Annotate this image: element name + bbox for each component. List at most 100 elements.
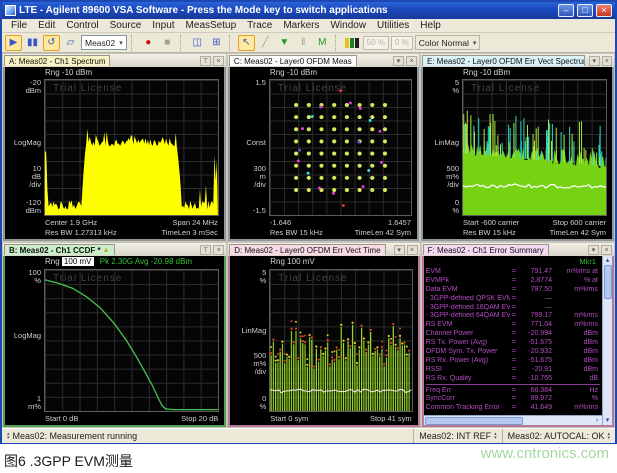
zoom-0-button[interactable]: 0 %: [391, 36, 413, 50]
menu-item[interactable]: Markers: [278, 20, 324, 31]
restore-button[interactable]: □: [577, 4, 593, 17]
scroll-up-icon[interactable]: ▴: [606, 256, 610, 265]
panel-a-tab[interactable]: A: Meas02 - Ch1 Spectrum: [4, 55, 110, 66]
chevron-down-icon[interactable]: ▾: [394, 245, 405, 255]
summary-equals: =: [510, 387, 518, 394]
close-icon[interactable]: ×: [213, 56, 224, 66]
y-axis-format: LogMag: [7, 332, 41, 340]
menu-item[interactable]: Source: [105, 20, 147, 31]
constellation-dots: [270, 80, 411, 215]
menu-item[interactable]: Input: [147, 20, 179, 31]
menu-item[interactable]: Control: [61, 20, 103, 31]
summary-label: RS Tx. Power (Avg): [426, 339, 510, 346]
x-axis-right1: 1.6457: [388, 218, 411, 227]
panel-area: A: Meas02 - Ch1 Spectrum ⊤ × Rng -10 dBm…: [2, 53, 615, 428]
panel-d-body: Rng 100 mV Trial License 5 % LinMag 500 …: [228, 256, 419, 427]
band-markers-icon[interactable]: ‖: [295, 35, 312, 51]
chevron-down-icon[interactable]: ▾: [589, 56, 599, 66]
summary-unit: dBm: [552, 330, 600, 337]
close-icon[interactable]: ×: [407, 245, 418, 255]
close-icon[interactable]: ×: [213, 245, 224, 255]
plot-area[interactable]: Trial License: [44, 79, 219, 216]
record-icon[interactable]: ●: [140, 35, 157, 51]
title-bar[interactable]: LTE - Agilent 89600 VSA Software - Press…: [2, 2, 615, 19]
play-icon[interactable]: ▶: [5, 35, 22, 51]
marker-m-icon[interactable]: M: [314, 35, 331, 51]
y-axis-bottom: 1 m%: [7, 395, 41, 411]
toolbar-separator: [180, 35, 185, 51]
plot-area[interactable]: Trial License: [44, 269, 219, 412]
x-axis-left1: Start -600 carrier: [463, 218, 519, 227]
minimize-button[interactable]: –: [558, 4, 574, 17]
spectrum-trace: [45, 80, 218, 215]
panel-c-tab[interactable]: C: Meas02 - Layer0 OFDM Meas: [229, 55, 357, 66]
pin-icon[interactable]: ⊤: [200, 245, 211, 255]
restart-icon[interactable]: ↺: [43, 35, 60, 51]
plot-area[interactable]: Trial License: [462, 79, 607, 216]
meas-select[interactable]: Meas02 ▾: [81, 35, 127, 50]
summary-unit: dBm: [552, 366, 600, 373]
panel-b-tab[interactable]: B: Meas02 - Ch1 CCDF *▲: [4, 244, 115, 255]
y-axis-format: LinMag: [232, 327, 266, 335]
marker-icon[interactable]: ▼: [276, 35, 293, 51]
menu-item[interactable]: Help: [415, 20, 446, 31]
stop-icon[interactable]: ■: [159, 35, 176, 51]
split-window-icon[interactable]: ◫: [189, 35, 206, 51]
summary-unit: %: [552, 395, 600, 402]
spinner-icon[interactable]: ▴▾: [607, 432, 610, 440]
spinner-icon[interactable]: ▴▾: [7, 432, 10, 440]
close-icon[interactable]: ×: [602, 56, 612, 66]
summary-value: —: [518, 295, 552, 302]
plot-area[interactable]: Trial License: [269, 79, 412, 216]
scroll-right-icon[interactable]: ›: [592, 417, 602, 424]
panel-b-ccdf: B: Meas02 - Ch1 CCDF *▲ ⊤ × Rng 100 mV P…: [3, 243, 226, 427]
horizontal-scrollbar[interactable]: ›: [424, 415, 602, 425]
y-axis-scale: 10 dB /div: [7, 165, 41, 189]
summary-label: Data EVM: [426, 286, 510, 293]
menu-item[interactable]: Edit: [33, 20, 60, 31]
range-value[interactable]: 100 mV: [62, 257, 94, 266]
menu-item[interactable]: MeasSetup: [181, 20, 242, 31]
panel-d-tab[interactable]: D: Meas02 - Layer0 OFDM Err Vect Time: [229, 244, 385, 255]
x-axis-left1: Center 1.9 GHz: [45, 218, 97, 227]
plot-area[interactable]: Trial License: [269, 269, 412, 412]
y-axis-format: Const: [232, 139, 266, 147]
trigger-icon[interactable]: ▱: [62, 35, 79, 51]
summary-label: OFDM Sym. Tx. Power: [426, 348, 510, 355]
close-icon[interactable]: ×: [601, 245, 612, 255]
color-scheme-select[interactable]: Color Normal ▾: [415, 35, 481, 50]
summary-value: -20.91: [518, 366, 552, 373]
layout-grid-icon[interactable]: ⊞: [208, 35, 225, 51]
panel-d-err-vect-time: D: Meas02 - Layer0 OFDM Err Vect Time ▾ …: [228, 243, 419, 427]
peak-avg-readout: Pk 2.30G Avg -20.98 dBm: [100, 257, 192, 266]
summary-separator: [426, 384, 600, 385]
spinner-icon[interactable]: ▴▾: [494, 432, 497, 440]
panel-e-tab[interactable]: E: Meas02 - Layer0 OFDM Err Vect Spectru…: [422, 55, 585, 66]
cursor-icon[interactable]: ↖: [238, 35, 255, 51]
summary-unit: dBm: [552, 357, 600, 364]
chevron-down-icon: ▾: [473, 39, 477, 47]
panel-f-tab[interactable]: F: Meas02 - Ch1 Error Summary: [423, 244, 549, 255]
scrollbar-thumb[interactable]: [425, 417, 523, 425]
scrollbar-thumb[interactable]: [604, 265, 612, 299]
zoom-50-button[interactable]: 50 %: [363, 36, 389, 50]
scroll-down-icon[interactable]: ▾: [606, 416, 610, 425]
close-icon[interactable]: ×: [406, 56, 417, 66]
pause-icon[interactable]: ▮▮: [24, 35, 41, 51]
site-watermark: www.cntronics.com: [481, 445, 609, 462]
trace-colors-icon[interactable]: [344, 35, 361, 51]
marker-link[interactable]: Mkr1: [579, 257, 596, 267]
close-button[interactable]: ×: [596, 4, 612, 17]
menu-item[interactable]: File: [6, 20, 32, 31]
slope-icon[interactable]: ╱: [257, 35, 274, 51]
chevron-down-icon[interactable]: ▾: [393, 56, 404, 66]
menu-item[interactable]: Trace: [242, 20, 277, 31]
menu-item[interactable]: Utilities: [372, 20, 414, 31]
x-axis-left1: Start 0 sym: [270, 414, 308, 423]
chevron-down-icon[interactable]: ▾: [588, 245, 599, 255]
pin-icon[interactable]: ⊤: [200, 56, 211, 66]
warning-icon: ▲: [103, 247, 110, 254]
vertical-scrollbar[interactable]: ▴ ▾: [602, 256, 612, 425]
menu-item[interactable]: Window: [325, 20, 371, 31]
toolbar-separator: [229, 35, 234, 51]
